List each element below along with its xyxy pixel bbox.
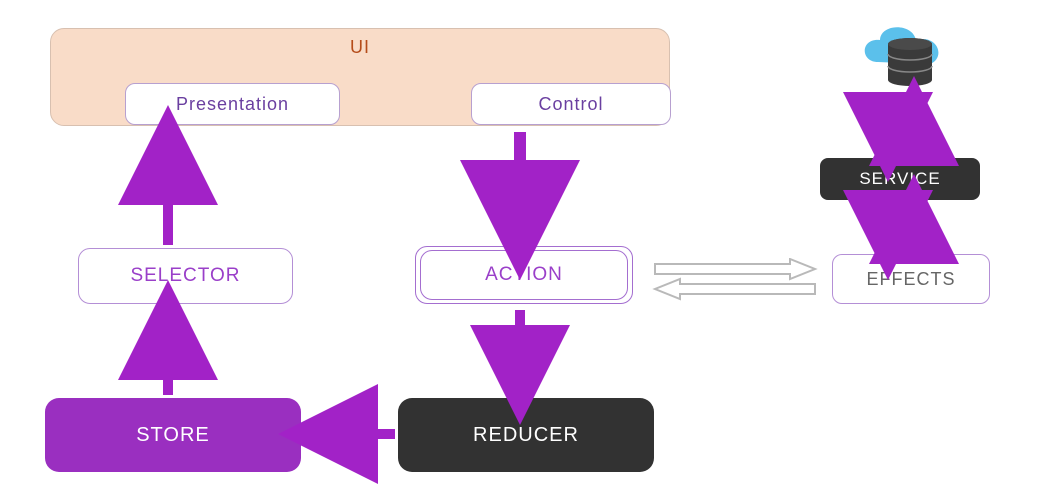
- arrows-action-effects: [650, 258, 820, 302]
- reducer-box: REDUCER: [398, 398, 654, 472]
- reducer-label: REDUCER: [473, 424, 579, 447]
- store-label: STORE: [136, 424, 210, 447]
- ui-panel: UI Presentation Control: [50, 28, 670, 126]
- arrows-effects-service: [888, 206, 914, 248]
- selector-label: SELECTOR: [130, 265, 240, 287]
- cloud-database-icon: [850, 20, 970, 100]
- service-box: SERVICE: [820, 158, 980, 200]
- arrows-service-cloud: [888, 108, 914, 150]
- action-label: ACTION: [485, 264, 563, 286]
- service-label: SERVICE: [859, 169, 940, 189]
- presentation-label: Presentation: [176, 94, 289, 115]
- effects-box: EFFECTS: [832, 254, 990, 304]
- presentation-box: Presentation: [125, 83, 340, 125]
- control-box: Control: [471, 83, 671, 125]
- effects-label: EFFECTS: [866, 269, 955, 290]
- store-box: STORE: [45, 398, 301, 472]
- action-box: ACTION: [420, 250, 628, 300]
- selector-box: SELECTOR: [78, 248, 293, 304]
- control-label: Control: [538, 94, 603, 115]
- ui-title: UI: [51, 37, 669, 58]
